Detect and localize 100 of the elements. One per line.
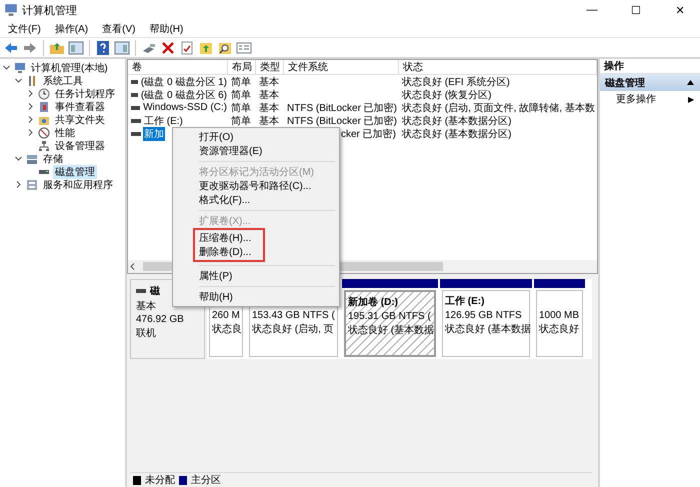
table-cell-text: 基本: [259, 114, 279, 128]
column-header[interactable]: 卷: [128, 60, 228, 75]
collapsed-chevron-icon[interactable]: [27, 116, 34, 123]
context-menu-item[interactable]: 资源管理器(E): [175, 144, 337, 158]
volume-name[interactable]: 新加: [143, 126, 165, 140]
expanded-chevron-icon[interactable]: [15, 155, 22, 162]
context-menu-item[interactable]: 更改驱动器号和路径(C)...: [175, 179, 337, 193]
check-document-icon[interactable]: [179, 40, 195, 56]
storage-icon: [26, 152, 38, 164]
collapsed-chevron-icon[interactable]: [27, 90, 34, 97]
table-cell-text: 状态良好 (基本数据分区): [402, 114, 512, 128]
context-menu-item[interactable]: 打开(O): [175, 130, 337, 144]
gauge-icon: [38, 126, 50, 138]
table-cell-text: cker 已加密): [341, 128, 396, 140]
partition-name: 新加卷 (D:): [348, 297, 398, 309]
volume-name[interactable]: (磁盘 0 磁盘分区 1): [140, 74, 228, 88]
scroll-left-icon[interactable]: [130, 263, 135, 270]
properties-icon[interactable]: [236, 40, 252, 56]
tools-icon: [26, 74, 38, 86]
table-cell-text: 状态良好 (EFI 系统分区): [402, 76, 510, 88]
table-cell-text: 状态良好 (恢复分区): [402, 88, 492, 102]
partition-size: 1000 MB: [539, 310, 580, 322]
tree-item[interactable]: 存储: [41, 152, 65, 166]
expanded-chevron-icon[interactable]: [3, 64, 10, 71]
context-menu-item[interactable]: 格式化(F)...: [175, 193, 337, 207]
disk-type: 基本: [136, 300, 156, 313]
volume-name[interactable]: Windows-SSD (C:): [142, 102, 228, 113]
computer-icon: [14, 62, 26, 74]
column-header[interactable]: 布局: [228, 60, 256, 75]
column-header[interactable]: 文件系统: [284, 60, 399, 75]
app-icon: [4, 3, 18, 17]
column-header[interactable]: 类型: [256, 60, 284, 75]
volume-name[interactable]: 工作 (E:): [143, 114, 184, 128]
legend-label: 主分区: [191, 474, 221, 487]
expanded-chevron-icon[interactable]: [15, 77, 22, 84]
partition-size: 153.43 GB NTFS (: [252, 310, 335, 322]
table-cell-text: 基本: [259, 76, 279, 88]
tree-item[interactable]: 性能: [53, 126, 77, 140]
window-control[interactable]: —: [572, 4, 612, 16]
tree-item[interactable]: 共享文件夹: [53, 112, 107, 126]
partition-status: 状态良好 (启动, 页: [252, 324, 334, 336]
menu-item[interactable]: 查看(V): [96, 22, 142, 36]
tree-item[interactable]: 磁盘管理: [53, 164, 97, 178]
device-tree-icon: [38, 140, 50, 152]
collapse-triangle-icon[interactable]: [687, 80, 694, 85]
menu-item[interactable]: 操作(A): [48, 22, 94, 36]
partition-size: 195.31 GB NTFS (: [348, 311, 431, 323]
help-icon[interactable]: [95, 40, 111, 56]
window-control[interactable]: ☐: [616, 4, 656, 16]
table-cell-text: 简单: [231, 102, 251, 114]
tree-item[interactable]: 设备管理器: [53, 138, 107, 152]
tree-item[interactable]: 服务和应用程序: [41, 178, 115, 192]
partition-name: 工作 (E:): [445, 296, 484, 308]
partition-size: 260 M: [212, 310, 240, 322]
console-tree-icon[interactable]: [68, 40, 84, 56]
partition-status: 状态良好 (基本数据: [348, 325, 434, 337]
volume-icon: [131, 80, 138, 84]
partition-header-bar: [534, 279, 585, 288]
context-menu-item[interactable]: 压缩卷(H)...: [195, 231, 263, 245]
window-control[interactable]: ✕: [660, 4, 700, 16]
context-menu-item[interactable]: 删除卷(D)...: [195, 245, 263, 259]
table-cell-text: 基本: [259, 88, 279, 102]
context-menu-item[interactable]: 帮助(H): [175, 290, 337, 304]
tree-item[interactable]: 任务计划程序: [53, 86, 117, 100]
context-menu-item[interactable]: 属性(P): [175, 269, 337, 283]
collapsed-chevron-icon[interactable]: [27, 129, 34, 136]
table-cell-text: 状态良好 (基本数据分区): [402, 128, 512, 140]
table-cell-text: 简单: [231, 76, 251, 88]
volume-icon: [131, 92, 138, 96]
table-cell-text: NTFS (BitLocker 已加密): [287, 114, 398, 128]
disk-status: 联机: [136, 326, 156, 340]
clock-icon: [38, 88, 50, 100]
table-cell-text: 简单: [231, 114, 251, 128]
partition-status: 状态良好 (基本数据: [445, 324, 532, 336]
tree-item[interactable]: 事件查看器: [53, 100, 107, 114]
disk-size: 476.92 GB: [136, 314, 184, 325]
tree-item[interactable]: 计算机管理(本地): [29, 60, 110, 74]
actions-title: 操作: [604, 60, 624, 73]
partition-size: 126.95 GB NTFS: [445, 310, 522, 322]
table-cell-text: NTFS (BitLocker 已加密): [287, 102, 398, 114]
volume-name[interactable]: (磁盘 0 磁盘分区 6): [140, 88, 228, 102]
disk-name: 磁: [150, 284, 160, 298]
partition-status: 状态良好: [539, 324, 579, 336]
column-header[interactable]: 状态: [399, 60, 597, 75]
action-item[interactable]: 更多操作 ▶: [600, 91, 700, 107]
table-cell-text: 状态良好 (启动, 页面文件, 故障转储, 基本数: [402, 102, 595, 114]
menu-item[interactable]: 文件(F): [2, 22, 47, 36]
table-cell-text: 基本: [259, 102, 279, 114]
event-log-icon: [38, 100, 50, 112]
delete-icon[interactable]: [160, 40, 176, 56]
menu-item[interactable]: 帮助(H): [143, 22, 190, 36]
collapsed-chevron-icon[interactable]: [27, 103, 34, 110]
collapsed-chevron-icon[interactable]: [15, 181, 22, 188]
legend-label: 未分配: [145, 474, 175, 487]
window-title: 计算机管理: [22, 4, 78, 18]
partition-status: 状态良: [212, 324, 242, 336]
tree-item[interactable]: 系统工具: [41, 74, 85, 88]
action-pane-icon[interactable]: [114, 40, 130, 56]
action-section[interactable]: 磁盘管理: [600, 74, 700, 91]
services-icon: [26, 178, 38, 190]
